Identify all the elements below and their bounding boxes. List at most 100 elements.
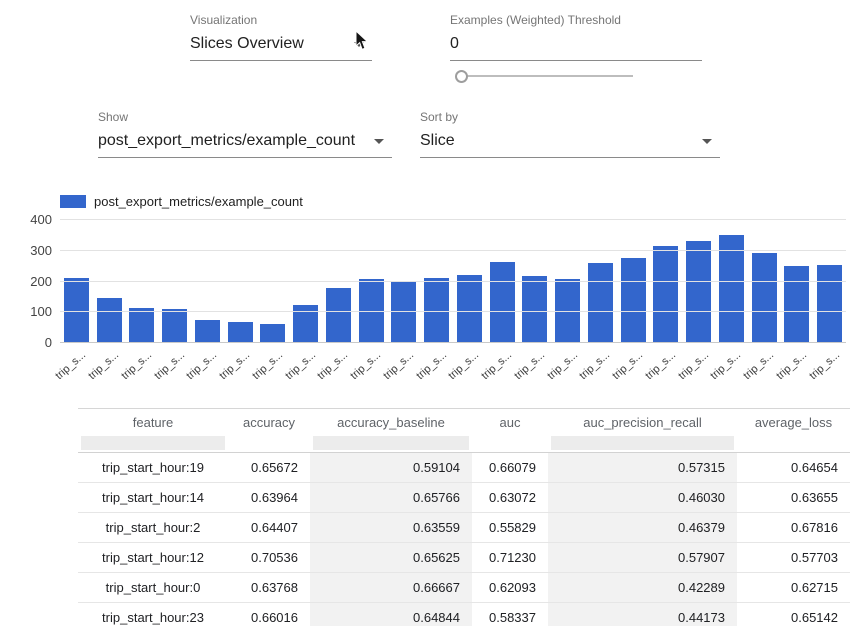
bar[interactable] [162, 309, 187, 343]
bar[interactable] [752, 253, 777, 343]
bar[interactable] [457, 275, 482, 343]
column-filter-input[interactable] [313, 436, 469, 450]
threshold-slider[interactable] [455, 69, 633, 83]
threshold-input-group: Examples (Weighted) Threshold 0 [450, 13, 702, 61]
caret-down-icon[interactable] [374, 139, 384, 144]
table-row[interactable]: trip_start_hour:00.637680.666670.62093 0.… [78, 573, 850, 603]
x-axis-label: trip_s... [152, 349, 187, 382]
bar[interactable] [97, 298, 122, 343]
table-header-auc[interactable]: auc [472, 409, 548, 435]
table-cell: 0.67816 [737, 513, 850, 542]
caret-down-icon[interactable] [354, 42, 364, 47]
table-row[interactable]: trip_start_hour:120.705360.656250.712300… [78, 543, 850, 573]
bar[interactable] [719, 235, 744, 343]
bar[interactable] [621, 258, 646, 343]
table-header-feature[interactable]: feature [78, 409, 228, 435]
bar-series [60, 220, 846, 343]
bar[interactable] [129, 308, 154, 343]
table-header-auc_precision_recall[interactable]: auc_precision_recall [548, 409, 737, 435]
threshold-input[interactable]: 0 [450, 30, 702, 61]
chart-legend: post_export_metrics/example_count [60, 194, 303, 209]
table-cell: 0.63655 [737, 483, 850, 512]
legend-label: post_export_metrics/example_count [94, 194, 303, 209]
table-cell: 0.63768 [228, 573, 310, 602]
table-cell: 0.46379 [548, 513, 737, 542]
bar[interactable] [784, 266, 809, 343]
x-axis-label: trip_s... [414, 349, 449, 382]
table-cell: 0.65142 [737, 603, 850, 626]
table-cell: trip_start_hour:0 [78, 573, 228, 602]
table-row[interactable]: trip_start_hour:190.656720.591040.660790… [78, 453, 850, 483]
table-row[interactable]: trip_start_hour:140.639640.657660.630720… [78, 483, 850, 513]
visualization-value[interactable]: Slices Overview [190, 30, 372, 61]
table-cell: 0.44173 [548, 603, 737, 626]
table-header-average_loss[interactable]: average_loss [737, 409, 850, 435]
table-cell: 0.64654 [737, 453, 850, 482]
metrics-table: featureaccuracyaccuracy_baselineaucauc_p… [78, 408, 850, 626]
table-header-accuracy_baseline[interactable]: accuracy_baseline [310, 409, 472, 435]
x-axis-label: trip_s... [185, 349, 220, 382]
table-cell: trip_start_hour:19 [78, 453, 228, 482]
x-axis-label: trip_s... [348, 349, 383, 382]
bar[interactable] [260, 324, 285, 343]
filter-cell [548, 435, 737, 452]
sort-by-select[interactable]: Sort by Slice [420, 110, 720, 158]
table-cell: 0.70536 [228, 543, 310, 572]
table-cell: 0.66016 [228, 603, 310, 626]
y-axis-label: 200 [14, 274, 52, 289]
bar[interactable] [195, 320, 220, 343]
table-cell: 0.66667 [310, 573, 472, 602]
table-cell: 0.62715 [737, 573, 850, 602]
sort-by-label: Sort by [420, 110, 720, 124]
filter-cell [78, 435, 228, 452]
bar[interactable] [326, 288, 351, 343]
x-axis-label: trip_s... [217, 349, 252, 382]
table-cell: 0.65672 [228, 453, 310, 482]
slider-track[interactable] [459, 75, 633, 77]
show-value[interactable]: post_export_metrics/example_count [98, 127, 392, 158]
gridline [60, 281, 846, 282]
x-axis-label: trip_s... [381, 349, 416, 382]
bar[interactable] [490, 262, 515, 343]
table-cell: 0.57907 [548, 543, 737, 572]
threshold-value: 0 [450, 35, 459, 53]
table-cell: 0.65766 [310, 483, 472, 512]
bar[interactable] [653, 246, 678, 343]
y-axis-label: 100 [14, 304, 52, 319]
x-axis-label: trip_s... [54, 349, 89, 382]
x-axis-label: trip_s... [479, 349, 514, 382]
table-cell: 0.57315 [548, 453, 737, 482]
table-body: trip_start_hour:190.656720.591040.660790… [78, 453, 850, 626]
table-cell: 0.65625 [310, 543, 472, 572]
bar[interactable] [817, 265, 842, 343]
column-filter-input[interactable] [551, 436, 734, 450]
sort-by-selected-option: Slice [420, 132, 455, 150]
table-cell: 0.58337 [472, 603, 548, 626]
table-row[interactable]: trip_start_hour:20.644070.635590.558290.… [78, 513, 850, 543]
slider-knob[interactable] [455, 70, 468, 83]
bar[interactable] [686, 241, 711, 343]
table-row[interactable]: trip_start_hour:230.660160.648440.583370… [78, 603, 850, 626]
sort-by-value[interactable]: Slice [420, 127, 720, 158]
legend-swatch [60, 195, 86, 208]
table-cell: 0.63964 [228, 483, 310, 512]
caret-down-icon[interactable] [702, 139, 712, 144]
table-cell: 0.46030 [548, 483, 737, 512]
table-header-accuracy[interactable]: accuracy [228, 409, 310, 435]
bar[interactable] [588, 263, 613, 343]
table-cell: trip_start_hour:2 [78, 513, 228, 542]
table-cell: 0.64844 [310, 603, 472, 626]
x-axis-label: trip_s... [643, 349, 678, 382]
table-cell: 0.55829 [472, 513, 548, 542]
show-select[interactable]: Show post_export_metrics/example_count [98, 110, 392, 158]
bar[interactable] [522, 276, 547, 343]
x-axis-label: trip_s... [512, 349, 547, 382]
x-axis-label: trip_s... [545, 349, 580, 382]
table-cell: 0.62093 [472, 573, 548, 602]
x-axis-label: trip_s... [676, 349, 711, 382]
visualization-select[interactable]: Visualization Slices Overview [190, 13, 372, 61]
column-filter-input[interactable] [81, 436, 225, 450]
bar[interactable] [228, 322, 253, 343]
x-axis-label: trip_s... [774, 349, 809, 382]
y-axis-label: 0 [14, 335, 52, 350]
